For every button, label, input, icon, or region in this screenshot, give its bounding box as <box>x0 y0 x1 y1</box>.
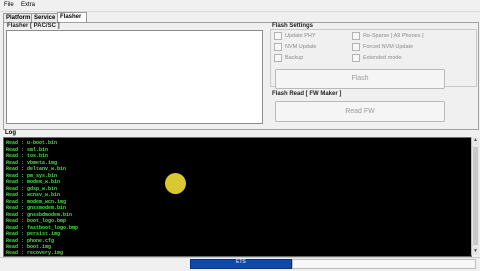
tab-platform[interactable]: Platform <box>3 13 34 22</box>
log-scrollbar[interactable]: ▲ ▼ <box>471 137 479 255</box>
log-line: Read : phone.cfg <box>6 237 55 244</box>
backup-checkbox[interactable]: Backup <box>274 54 303 62</box>
log-console[interactable]: Read : u-boot.bin Read : sml.bin Read : … <box>3 137 472 257</box>
log-line: Read : fastboot_logo.bmp <box>6 224 79 231</box>
extended-mode-checkbox[interactable]: Extended mode <box>352 54 402 62</box>
menu-extra[interactable]: Extra <box>21 2 35 8</box>
cursor-highlight-icon <box>165 173 186 194</box>
log-title: Log <box>5 130 16 136</box>
status-field <box>292 259 476 269</box>
log-line: Read : pm_sys.bin <box>6 172 58 179</box>
flash-button[interactable]: Flash <box>275 69 445 89</box>
log-line: Read : sml.bin <box>6 146 49 153</box>
scroll-thumb[interactable] <box>473 147 478 245</box>
forced-nvm-update-checkbox[interactable]: Forced NVM Update <box>352 43 413 51</box>
log-line: Read : recovery.img <box>6 250 64 256</box>
log-line: Read : modem_w.bin <box>6 179 61 185</box>
flasher-file-list[interactable] <box>6 30 263 124</box>
log-line: Read : boot_logo.bmp <box>6 218 67 224</box>
forced-nvm-update-check[interactable] <box>352 43 360 51</box>
flash-read-title: Flash Read [ FW Maker ] <box>272 91 342 97</box>
flasher-group-title: Flasher [ PAC/SC ] <box>7 23 60 29</box>
log-line: Read : modem_wcn.img <box>6 198 67 205</box>
update-phy-checkbox[interactable]: Update PHY <box>274 32 316 40</box>
update-phy-check[interactable] <box>274 32 282 40</box>
nvm-update-label: NVM Update <box>285 44 317 50</box>
scroll-up-arrow-icon[interactable]: ▲ <box>472 137 479 144</box>
log-line: Read : gdsp_w.bin <box>6 185 58 192</box>
re-sparse-label: Re-Sparse [ A9 Phones ] <box>363 33 424 39</box>
log-line: Read : gnssmodem.bin <box>6 205 67 211</box>
log-line: Read : u-boot.bin <box>6 140 58 146</box>
log-line: Read : gnssbdmodem.bin <box>6 211 73 218</box>
backup-label: Backup <box>285 55 304 61</box>
scroll-down-arrow-icon[interactable]: ▼ <box>472 248 479 255</box>
log-line: Read : deltanv_w.bin <box>6 166 67 172</box>
re-sparse-check[interactable] <box>352 32 360 40</box>
extended-mode-label: Extended mode <box>363 55 402 61</box>
forced-nvm-update-label: Forced NVM Update <box>363 44 414 50</box>
extended-mode-check[interactable] <box>352 54 360 62</box>
log-line: Read : tos.bin <box>6 153 49 159</box>
backup-check[interactable] <box>274 54 282 62</box>
menu-bar: File Extra <box>0 0 480 12</box>
read-fw-button[interactable]: Read FW <box>275 101 445 122</box>
update-phy-label: Update PHY <box>285 33 316 39</box>
nvm-update-checkbox[interactable]: NVM Update <box>274 43 317 51</box>
nvm-update-check[interactable] <box>274 43 282 51</box>
status-text: ETS <box>236 259 246 265</box>
tab-strip: Platform Service Flasher <box>0 12 480 23</box>
log-line: Read : wcnsv_w.bin <box>6 192 61 198</box>
re-sparse-checkbox[interactable]: Re-Sparse [ A9 Phones ] <box>352 32 424 40</box>
log-line: Read : persist.img <box>6 231 61 237</box>
menu-file[interactable]: File <box>4 2 14 8</box>
log-line: Read : vbmeta.img <box>6 159 58 166</box>
